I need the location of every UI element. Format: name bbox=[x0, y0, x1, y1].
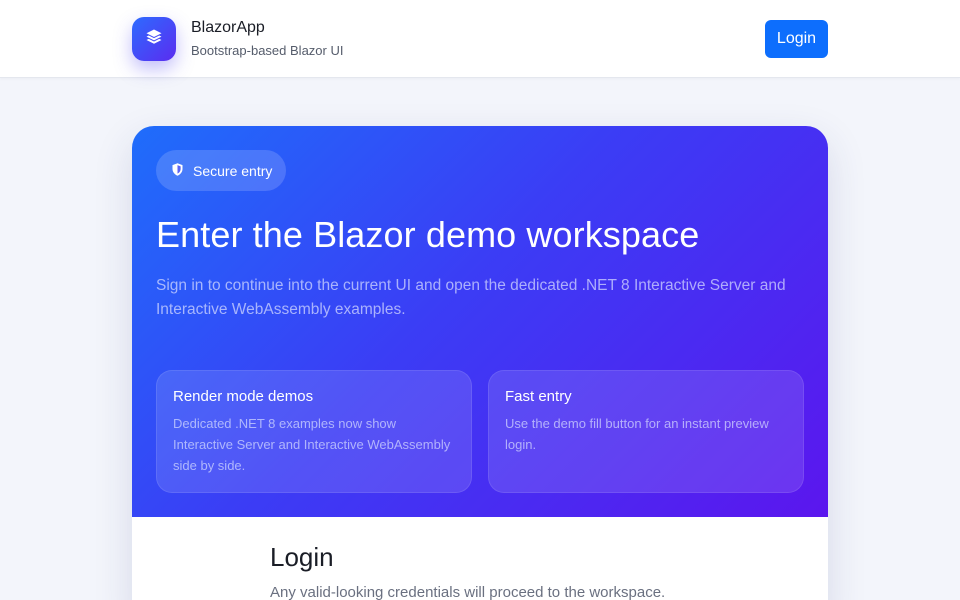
login-button[interactable]: Login bbox=[765, 20, 828, 58]
hero-description: Sign in to continue into the current UI … bbox=[156, 277, 786, 318]
secure-entry-badge: Secure entry bbox=[156, 150, 286, 191]
login-subtitle: Any valid-looking credentials will proce… bbox=[270, 584, 666, 600]
brand-subtitle: Bootstrap-based Blazor UI bbox=[191, 43, 344, 58]
feature-card-render-modes: Render mode demos Dedicated .NET 8 examp… bbox=[156, 370, 472, 493]
feature-text: Use the demo fill button for an instant … bbox=[505, 416, 769, 452]
layers-icon bbox=[145, 28, 163, 51]
login-card: Secure entry Enter the Blazor demo works… bbox=[132, 126, 828, 600]
feature-card-fast-entry: Fast entry Use the demo fill button for … bbox=[488, 370, 804, 493]
feature-text: Dedicated .NET 8 examples now show Inter… bbox=[173, 416, 451, 473]
login-heading: Login bbox=[270, 542, 334, 572]
brand-logo[interactable] bbox=[132, 17, 176, 61]
shield-icon bbox=[170, 162, 193, 180]
brand-name[interactable]: BlazorApp bbox=[191, 19, 265, 37]
feature-title: Render mode demos bbox=[173, 388, 314, 405]
hero-title: Enter the Blazor demo workspace bbox=[156, 214, 700, 255]
feature-title: Fast entry bbox=[505, 388, 572, 405]
badge-label: Secure entry bbox=[193, 162, 273, 179]
top-navbar: BlazorApp Bootstrap-based Blazor UI Logi… bbox=[0, 0, 960, 78]
hero-panel: Secure entry Enter the Blazor demo works… bbox=[132, 126, 828, 517]
